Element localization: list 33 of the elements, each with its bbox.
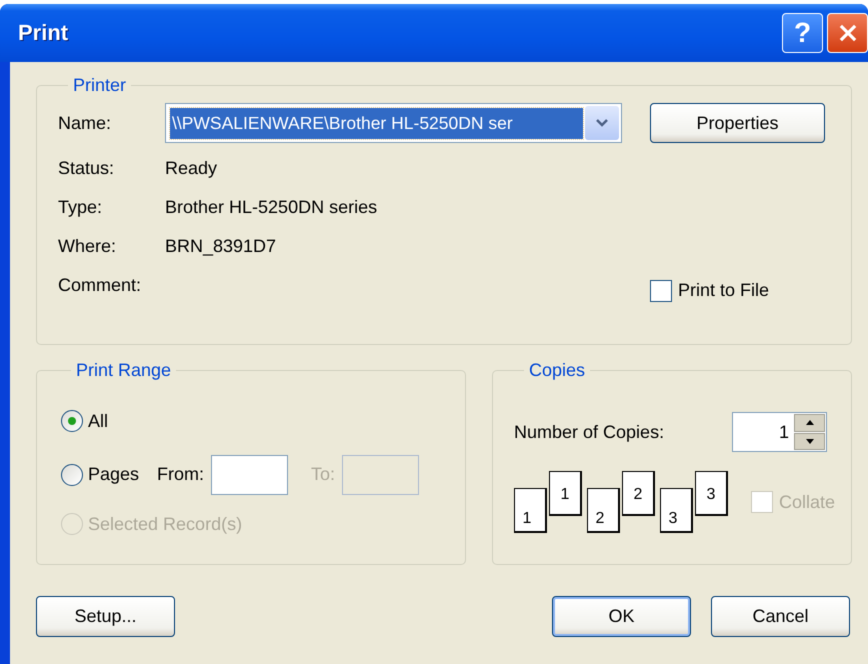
info-value: Ready (165, 158, 218, 179)
page-sheet: 3 (660, 488, 693, 533)
page-sheet: 1 (514, 488, 547, 533)
radio-option[interactable]: Pages (61, 464, 140, 486)
window-title: Print (18, 20, 68, 46)
dialog-button[interactable]: Setup... (36, 596, 175, 637)
field-label: To: (311, 464, 336, 485)
page-field[interactable] (211, 454, 288, 494)
dialog-button[interactable]: OK (552, 596, 691, 637)
field-label: Name: (58, 112, 112, 134)
printer-dropdown[interactable]: \\PWSALIENWARE\Brother HL-5250DN ser (165, 103, 622, 143)
radio-option[interactable]: All (61, 410, 108, 432)
info-label: Where: (58, 236, 118, 257)
page-sheet: 2 (622, 471, 655, 516)
help-button[interactable]: ? (782, 13, 823, 53)
properties-button[interactable]: Properties (650, 103, 825, 143)
field-label: Number of Copies: (514, 422, 666, 442)
page-sheet: 2 (587, 488, 620, 533)
info-value: BRN_8391D7 (165, 236, 278, 257)
close-button[interactable] (827, 13, 868, 53)
group-label: Print Range (75, 360, 172, 381)
close-icon (838, 23, 858, 43)
group-label: Copies (528, 360, 586, 381)
info-label: Status: (58, 158, 116, 179)
group-label: Printer (72, 75, 128, 96)
checkbox[interactable]: Print to File (650, 280, 825, 302)
info-label: Type: (58, 197, 104, 218)
info-label: Comment: (58, 275, 142, 296)
dialog-button[interactable]: Cancel (711, 596, 850, 637)
page-sheet: 1 (549, 471, 582, 516)
info-value: Brother HL-5250DN series (165, 197, 378, 218)
page-sheet: 3 (695, 471, 728, 516)
field-label: From: (157, 464, 204, 485)
